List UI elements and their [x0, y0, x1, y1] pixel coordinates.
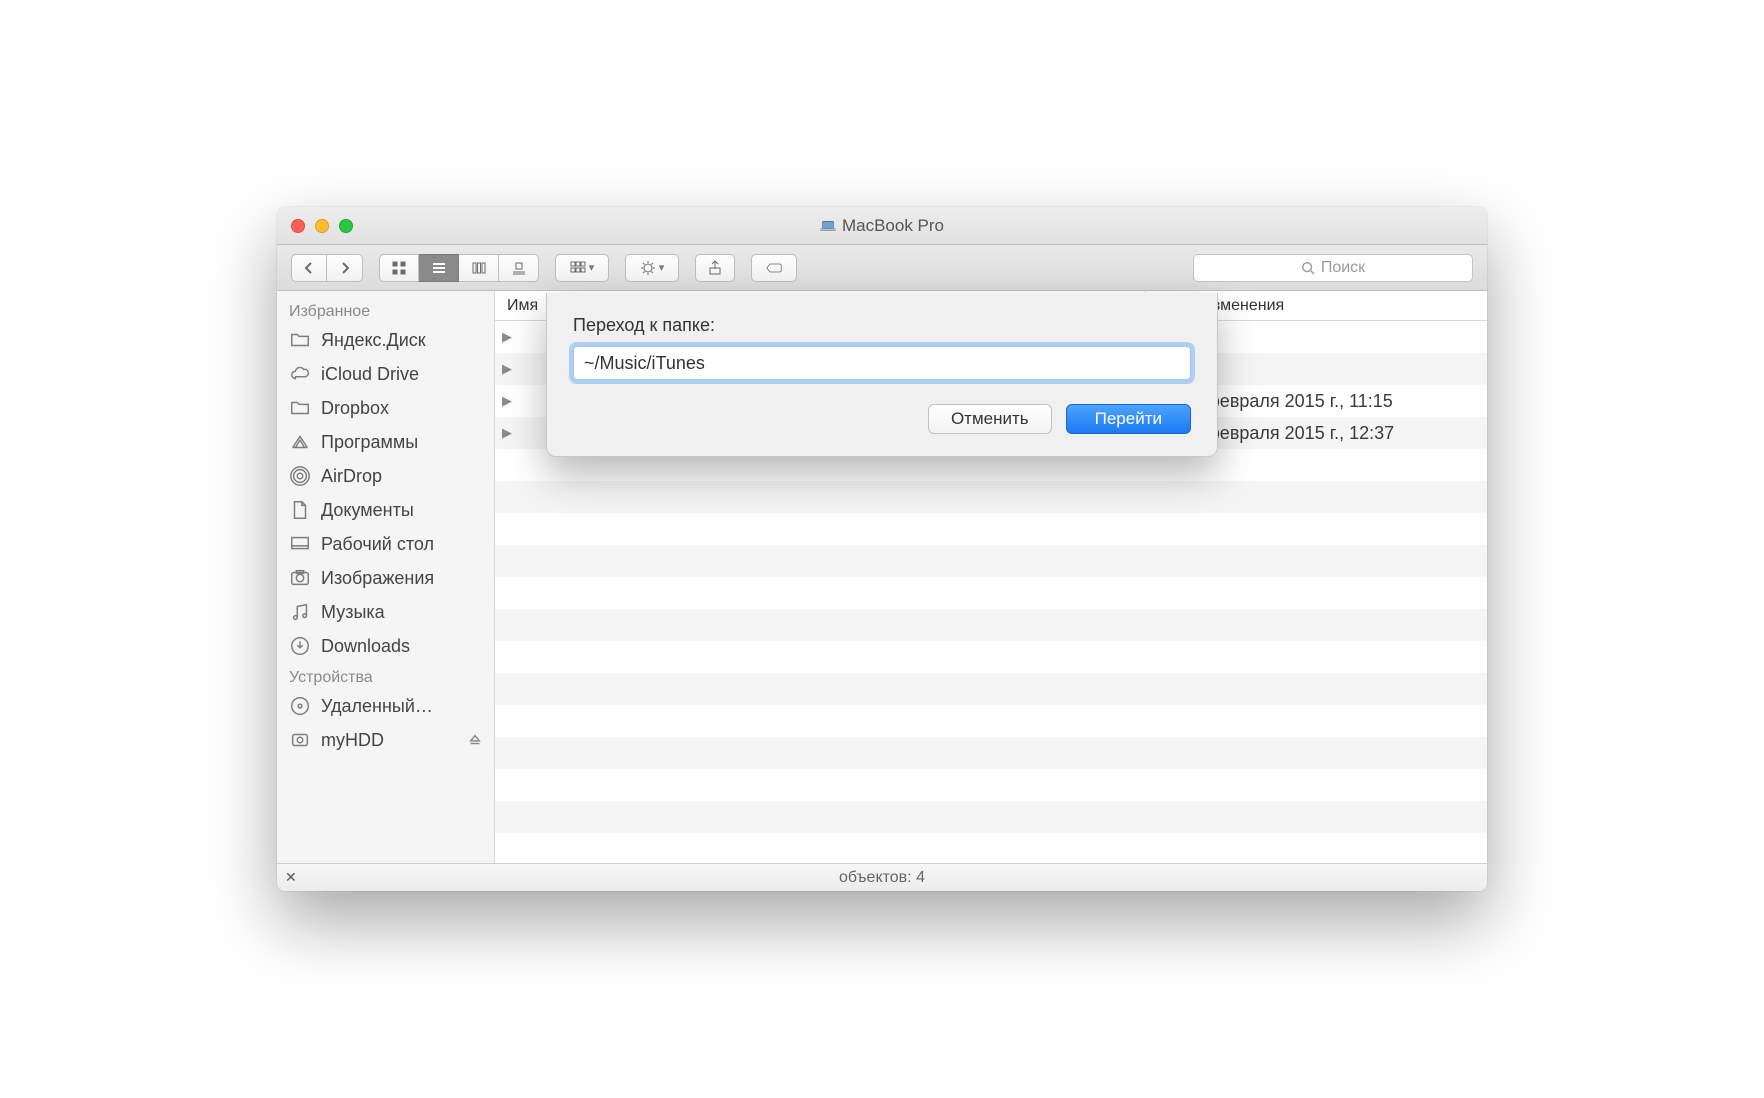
folder-icon — [289, 329, 311, 351]
toolbar: ▾ ▾ Поиск — [277, 245, 1487, 291]
folder-icon — [289, 397, 311, 419]
airdrop-icon — [289, 465, 311, 487]
sidebar-item-apps[interactable]: Программы — [277, 425, 494, 459]
action-button[interactable]: ▾ — [625, 254, 679, 282]
minimize-window-button[interactable] — [315, 219, 329, 233]
music-icon — [289, 601, 311, 623]
search-icon — [1301, 261, 1315, 275]
sidebar-heading-devices: Устройства — [277, 663, 494, 689]
view-icons-button[interactable] — [379, 254, 419, 282]
view-coverflow-button[interactable] — [499, 254, 539, 282]
forward-button[interactable] — [327, 254, 363, 282]
fullscreen-window-button[interactable] — [339, 219, 353, 233]
pictures-icon — [289, 567, 311, 589]
sidebar-item-airdrop[interactable]: AirDrop — [277, 459, 494, 493]
status-text: объектов: 4 — [839, 869, 925, 887]
sidebar-item-music[interactable]: Музыка — [277, 595, 494, 629]
back-button[interactable] — [291, 254, 327, 282]
view-list-button[interactable] — [419, 254, 459, 282]
search-field[interactable]: Поиск — [1193, 254, 1473, 282]
sidebar-item-desktop[interactable]: Рабочий стол — [277, 527, 494, 561]
disclosure-triangle-icon[interactable]: ▶ — [495, 361, 519, 377]
tags-button[interactable] — [751, 254, 797, 282]
apps-icon — [289, 431, 311, 453]
window-controls — [291, 219, 353, 233]
hdd-icon — [289, 729, 311, 751]
sidebar: Избранное Яндекс.Диск iCloud Drive Dropb… — [277, 291, 495, 863]
disclosure-triangle-icon[interactable]: ▶ — [495, 329, 519, 345]
chevron-down-icon: ▾ — [589, 261, 595, 274]
go-button[interactable]: Перейти — [1066, 404, 1191, 434]
document-icon — [289, 499, 311, 521]
disclosure-triangle-icon[interactable]: ▶ — [495, 393, 519, 409]
cloud-icon — [289, 363, 311, 385]
arrange-button[interactable]: ▾ — [555, 254, 609, 282]
go-to-folder-sheet: Переход к папке: Отменить Перейти — [546, 293, 1218, 457]
disclosure-triangle-icon[interactable]: ▶ — [495, 425, 519, 441]
laptop-icon — [820, 220, 836, 232]
chevron-down-icon: ▾ — [659, 261, 665, 274]
disc-icon — [289, 695, 311, 717]
folder-path-input[interactable] — [573, 346, 1191, 380]
view-columns-button[interactable] — [459, 254, 499, 282]
window-title: MacBook Pro — [277, 216, 1487, 236]
search-placeholder: Поиск — [1321, 259, 1365, 277]
cancel-button[interactable]: Отменить — [928, 404, 1052, 434]
sidebar-item-myhdd[interactable]: myHDD — [277, 723, 494, 757]
sidebar-item-dropbox[interactable]: Dropbox — [277, 391, 494, 425]
titlebar: MacBook Pro — [277, 207, 1487, 245]
eject-icon[interactable] — [468, 733, 482, 747]
path-toggle-icon[interactable]: ✕ — [285, 869, 297, 886]
desktop-icon — [289, 533, 311, 555]
sidebar-item-downloads[interactable]: Downloads — [277, 629, 494, 663]
sidebar-heading-favorites: Избранное — [277, 297, 494, 323]
status-bar: ✕ объектов: 4 — [277, 863, 1487, 891]
sidebar-item-pictures[interactable]: Изображения — [277, 561, 494, 595]
sidebar-item-documents[interactable]: Документы — [277, 493, 494, 527]
nav-buttons — [291, 254, 363, 282]
sidebar-item-yandex-disk[interactable]: Яндекс.Диск — [277, 323, 494, 357]
sidebar-item-remote-disc[interactable]: Удаленный… — [277, 689, 494, 723]
view-mode-buttons — [379, 254, 539, 282]
close-window-button[interactable] — [291, 219, 305, 233]
sidebar-item-icloud[interactable]: iCloud Drive — [277, 357, 494, 391]
share-button[interactable] — [695, 254, 735, 282]
finder-window: MacBook Pro ▾ ▾ Поиск — [277, 207, 1487, 891]
sheet-label: Переход к папке: — [573, 315, 1191, 336]
downloads-icon — [289, 635, 311, 657]
